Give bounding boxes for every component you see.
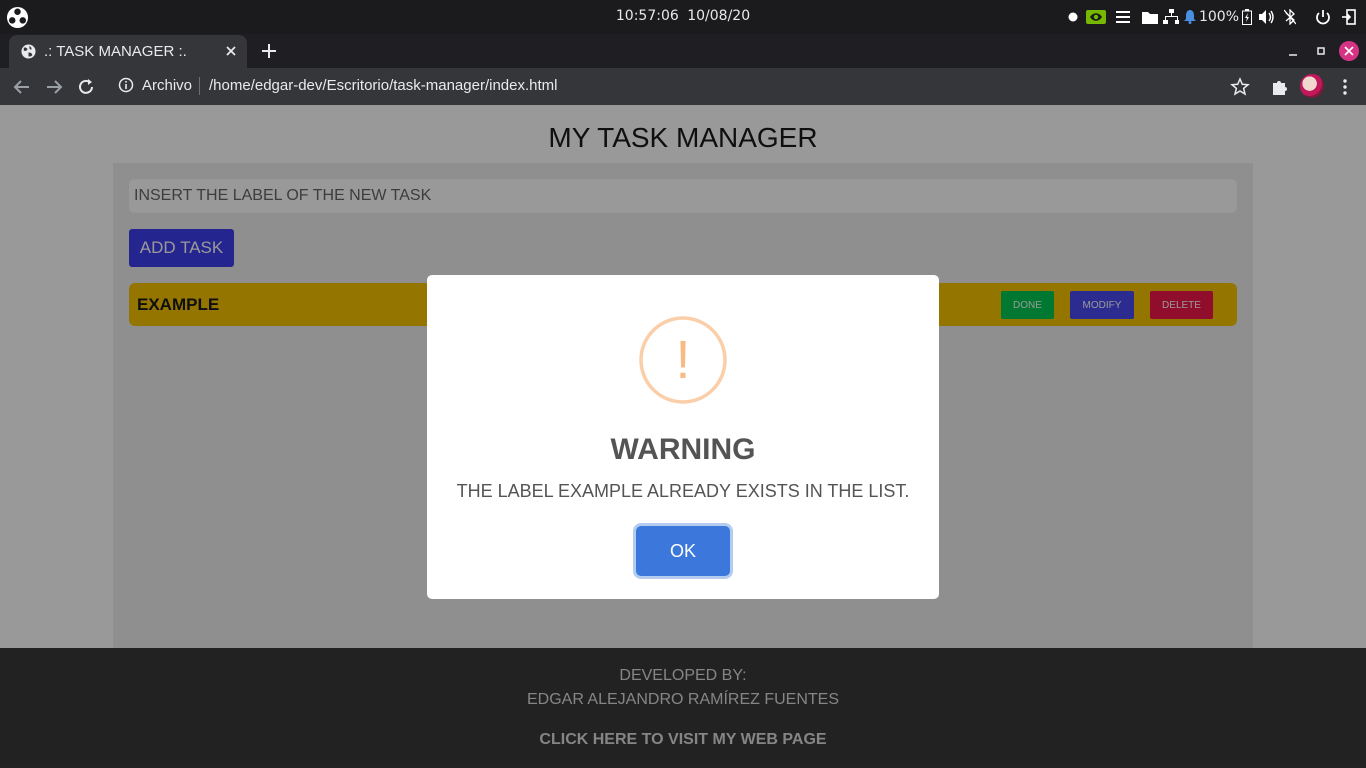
tab-task-manager[interactable]: .: TASK MANAGER :. [9,35,247,68]
reload-icon[interactable] [76,77,96,97]
extensions-puzzle-icon[interactable] [1270,77,1290,97]
back-arrow-icon[interactable] [12,77,32,97]
volume-icon[interactable] [1258,8,1276,26]
dialog-title: WARNING [610,433,756,466]
maximize-window-icon[interactable] [1310,40,1332,62]
menu-icon[interactable] [1114,8,1132,26]
browser-tab-strip: .: TASK MANAGER :. [0,34,1366,68]
bluetooth-off-icon[interactable] [1282,8,1298,26]
address-divider [199,77,200,95]
browser-toolbar [0,68,1366,105]
warning-dialog: ! WARNING THE LABEL EXAMPLE ALREADY EXIS… [427,275,939,599]
power-icon[interactable] [1314,8,1332,26]
globe-icon [21,44,36,59]
warning-exclamation-icon: ! [639,316,727,404]
network-icon[interactable] [1162,8,1180,26]
warning-icon-glyph: ! [675,330,690,390]
nvidia-icon[interactable] [1085,8,1107,26]
folder-icon[interactable] [1141,8,1159,26]
clock-time: 10:57:06 [615,8,679,24]
profile-avatar[interactable] [1300,74,1324,98]
exit-icon[interactable] [1340,8,1358,26]
ok-button[interactable]: OK [636,526,730,576]
bookmark-star-icon[interactable] [1230,77,1250,97]
address-bar-url[interactable]: /home/edgar-dev/Escritorio/task-manager/… [209,77,558,94]
close-window-icon[interactable] [1338,40,1360,62]
record-dot-icon[interactable] [1066,8,1080,26]
battery-percent: 100% [1198,9,1240,25]
close-tab-icon[interactable] [223,43,239,59]
browser-menu-kebab-icon[interactable] [1335,77,1355,97]
tab-title: .: TASK MANAGER :. [44,43,187,60]
minimize-window-icon[interactable] [1282,40,1304,62]
dialog-message: THE LABEL EXAMPLE ALREADY EXISTS IN THE … [456,481,910,501]
page-viewport: MY TASK MANAGER ADD TASK EXAMPLE DONE MO… [0,105,1366,768]
bell-icon[interactable] [1182,8,1198,26]
site-info-icon[interactable] [118,77,134,93]
address-scheme-label: Archivo [142,77,193,94]
clock-date: 10/08/20 [687,8,751,24]
battery-icon[interactable] [1240,8,1254,26]
new-tab-plus-icon[interactable] [260,42,278,60]
forward-arrow-icon[interactable] [44,77,64,97]
os-top-bar: 10:57:06 10/08/20 100% [0,0,1366,34]
